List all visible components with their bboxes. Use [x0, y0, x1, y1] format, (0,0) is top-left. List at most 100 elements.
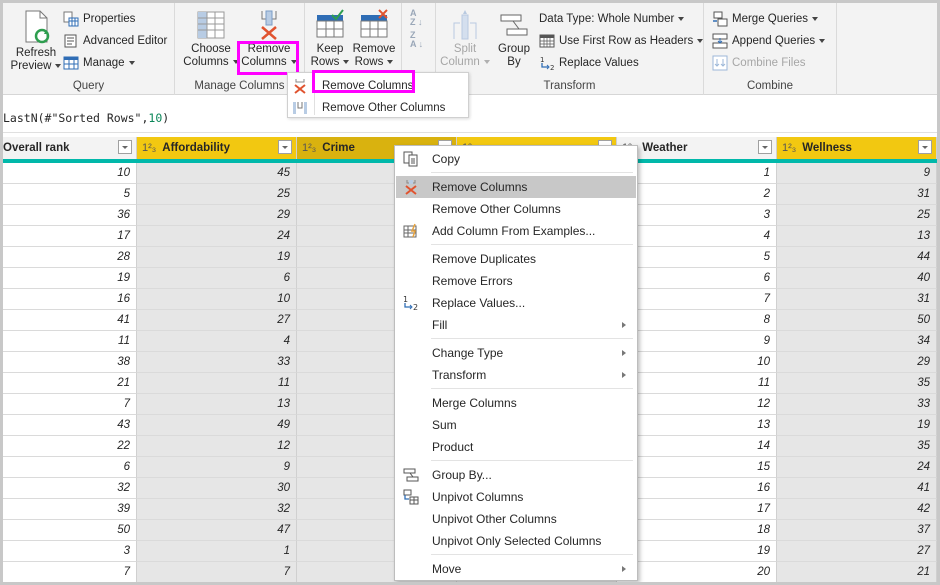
table-cell[interactable]: 32	[3, 478, 137, 499]
table-cell[interactable]: 3	[617, 205, 777, 226]
table-cell[interactable]: 38	[3, 352, 137, 373]
context-menu-item-remove-duplicates[interactable]: Remove Duplicates	[396, 248, 636, 270]
use-first-row-headers-button[interactable]: Use First Row as Headers	[539, 31, 704, 51]
table-cell[interactable]: 12	[137, 436, 297, 457]
table-cell[interactable]: 4	[137, 331, 297, 352]
table-cell[interactable]: 42	[777, 499, 937, 520]
table-cell[interactable]: 1	[137, 541, 297, 562]
table-cell[interactable]: 37	[777, 520, 937, 541]
table-cell[interactable]: 41	[777, 478, 937, 499]
table-cell[interactable]: 6	[617, 268, 777, 289]
column-header-affordability[interactable]: 1²₃ Affordability	[137, 137, 297, 159]
table-cell[interactable]: 11	[3, 331, 137, 352]
dropdown-item-remove-other-columns[interactable]: Remove Other Columns	[288, 97, 468, 119]
append-queries-button[interactable]: Append Queries	[712, 31, 826, 51]
table-cell[interactable]: 13	[137, 394, 297, 415]
remove-rows-button[interactable]: Remove Rows	[351, 9, 397, 69]
merge-queries-button[interactable]: Merge Queries	[712, 9, 819, 29]
table-cell[interactable]: 29	[777, 352, 937, 373]
formula-bar[interactable]: LastN(#"Sorted Rows",10)	[3, 103, 937, 133]
table-cell[interactable]: 14	[617, 436, 777, 457]
keep-rows-button[interactable]: Keep Rows	[309, 9, 351, 69]
group-by-button[interactable]: Group By	[494, 9, 534, 69]
table-cell[interactable]: 39	[3, 499, 137, 520]
table-cell[interactable]: 11	[137, 373, 297, 394]
context-menu-item-copy[interactable]: Copy	[396, 148, 636, 170]
context-menu-item-unpivot-columns[interactable]: Unpivot Columns	[396, 486, 636, 508]
table-cell[interactable]: 44	[777, 247, 937, 268]
table-cell[interactable]: 7	[3, 394, 137, 415]
table-cell[interactable]: 45	[137, 163, 297, 184]
choose-columns-button[interactable]: Choose Columns	[183, 9, 239, 69]
table-cell[interactable]: 41	[3, 310, 137, 331]
table-cell[interactable]: 17	[3, 226, 137, 247]
split-column-button[interactable]: Split Column	[440, 9, 490, 69]
table-cell[interactable]: 3	[3, 541, 137, 562]
table-cell[interactable]: 18	[617, 520, 777, 541]
sort-ascending-button[interactable]: AZ ↓	[410, 9, 423, 27]
table-cell[interactable]: 31	[777, 184, 937, 205]
context-menu-item-unpivot-only-selected-columns[interactable]: Unpivot Only Selected Columns	[396, 530, 636, 552]
table-cell[interactable]: 49	[137, 415, 297, 436]
table-cell[interactable]: 13	[777, 226, 937, 247]
table-cell[interactable]: 19	[617, 541, 777, 562]
table-cell[interactable]: 20	[617, 562, 777, 582]
table-cell[interactable]: 10	[617, 352, 777, 373]
table-cell[interactable]: 7	[3, 562, 137, 582]
table-cell[interactable]: 19	[3, 268, 137, 289]
context-menu-item-merge-columns[interactable]: Merge Columns	[396, 392, 636, 414]
table-cell[interactable]: 32	[137, 499, 297, 520]
table-cell[interactable]: 27	[137, 310, 297, 331]
table-cell[interactable]: 40	[777, 268, 937, 289]
advanced-editor-button[interactable]: Advanced Editor	[63, 31, 167, 51]
table-cell[interactable]: 19	[137, 247, 297, 268]
properties-button[interactable]: Properties	[63, 9, 135, 29]
table-cell[interactable]: 7	[617, 289, 777, 310]
context-menu-item-remove-other-columns[interactable]: Remove Other Columns	[396, 198, 636, 220]
table-cell[interactable]: 19	[777, 415, 937, 436]
column-header-wellness[interactable]: 1²₃ Wellness	[777, 137, 937, 159]
context-menu-item-move[interactable]: Move	[396, 558, 636, 580]
refresh-preview-button[interactable]: Refresh Preview	[9, 9, 63, 73]
table-cell[interactable]: 31	[777, 289, 937, 310]
context-menu-item-fill[interactable]: Fill	[396, 314, 636, 336]
context-menu-item-unpivot-other-columns[interactable]: Unpivot Other Columns	[396, 508, 636, 530]
table-cell[interactable]: 10	[137, 289, 297, 310]
table-cell[interactable]: 35	[777, 373, 937, 394]
column-filter-dropdown[interactable]	[758, 140, 772, 154]
table-cell[interactable]: 16	[617, 478, 777, 499]
table-cell[interactable]: 15	[617, 457, 777, 478]
context-menu-item-product[interactable]: Product	[396, 436, 636, 458]
table-cell[interactable]: 16	[3, 289, 137, 310]
table-cell[interactable]: 9	[137, 457, 297, 478]
table-cell[interactable]: 4	[617, 226, 777, 247]
table-cell[interactable]: 33	[137, 352, 297, 373]
table-cell[interactable]: 12	[617, 394, 777, 415]
column-header-overall-rank[interactable]: Overall rank	[3, 137, 137, 159]
table-cell[interactable]: 30	[137, 478, 297, 499]
table-cell[interactable]: 9	[777, 163, 937, 184]
table-cell[interactable]: 43	[3, 415, 137, 436]
table-cell[interactable]: 5	[617, 247, 777, 268]
table-cell[interactable]: 24	[777, 457, 937, 478]
context-menu-item-add-column-from-examples[interactable]: Add Column From Examples...	[396, 220, 636, 242]
column-filter-dropdown[interactable]	[118, 140, 132, 154]
table-cell[interactable]: 8	[617, 310, 777, 331]
table-cell[interactable]: 1	[617, 163, 777, 184]
table-cell[interactable]: 5	[3, 184, 137, 205]
table-cell[interactable]: 25	[137, 184, 297, 205]
data-type-dropdown[interactable]: Data Type: Whole Number	[539, 9, 685, 29]
context-menu-item-remove-errors[interactable]: Remove Errors	[396, 270, 636, 292]
table-cell[interactable]: 6	[137, 268, 297, 289]
table-cell[interactable]: 21	[3, 373, 137, 394]
table-cell[interactable]: 35	[777, 436, 937, 457]
table-cell[interactable]: 17	[617, 499, 777, 520]
column-filter-dropdown[interactable]	[278, 140, 292, 154]
sort-descending-button[interactable]: ZA ↓	[410, 31, 423, 49]
table-cell[interactable]: 22	[3, 436, 137, 457]
column-header-weather[interactable]: 1²₃ Weather	[617, 137, 777, 159]
context-menu-item-sum[interactable]: Sum	[396, 414, 636, 436]
table-cell[interactable]: 11	[617, 373, 777, 394]
table-cell[interactable]: 33	[777, 394, 937, 415]
context-menu-item-replace-values[interactable]: 1 2 Replace Values...	[396, 292, 636, 314]
